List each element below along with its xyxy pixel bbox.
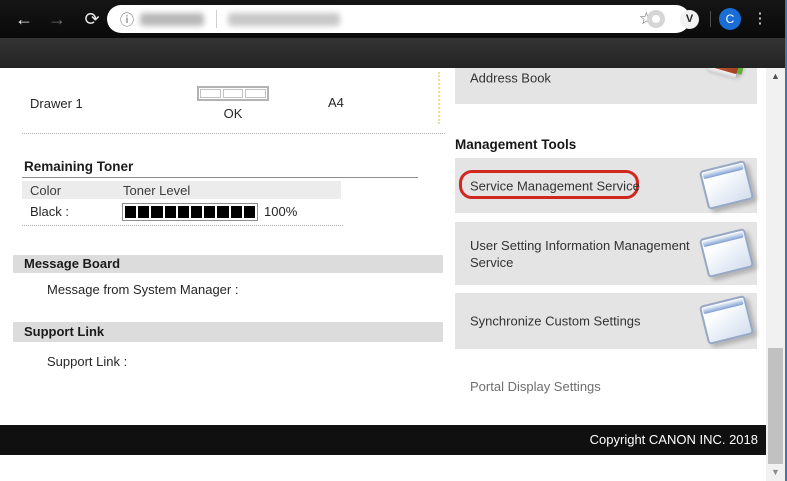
site-info-icon[interactable]: ⓘ <box>120 10 134 30</box>
toner-percent-label: 100% <box>264 204 297 219</box>
vertical-scrollbar[interactable]: ▲ ▼ <box>766 68 785 481</box>
remaining-toner-underline <box>22 177 418 178</box>
omnibox-divider <box>216 10 217 28</box>
address-bar[interactable]: ⓘ ☆ <box>107 5 690 33</box>
column-divider-dotted <box>438 72 440 124</box>
browser-window: ← → ⟳ ⓘ ☆ V C ⋮ » Drawer 1 OK <box>0 0 787 481</box>
sidebar-item-user-setting-information[interactable]: User Setting Information Management Serv… <box>455 222 757 285</box>
extension-v-icon[interactable]: V <box>680 10 699 29</box>
browser-toolbar: ← → ⟳ ⓘ ☆ V C ⋮ <box>0 0 787 38</box>
extension-icon[interactable] <box>647 10 665 28</box>
url-text-blurred <box>228 13 340 26</box>
forward-icon[interactable]: → <box>44 6 70 32</box>
toner-level-bar <box>122 203 258 221</box>
reload-icon[interactable]: ⟳ <box>79 6 105 32</box>
paper-level-indicator <box>197 86 269 101</box>
toolbar-divider <box>710 11 711 27</box>
portal-display-settings-link[interactable]: Portal Display Settings <box>470 379 601 394</box>
user-setting-information-label: User Setting Information Management Serv… <box>470 237 705 271</box>
remaining-toner-title: Remaining Toner <box>24 159 133 174</box>
drawer-status-label: OK <box>198 106 268 121</box>
support-link-label: Support Link : <box>47 354 127 369</box>
sidebar-item-address-book[interactable]: Address Book <box>455 68 757 104</box>
scroll-down-icon[interactable]: ▼ <box>766 464 785 481</box>
drawer-label: Drawer 1 <box>30 96 83 111</box>
message-from-manager-label: Message from System Manager : <box>47 282 238 297</box>
toner-col-color: Color <box>30 183 61 198</box>
toner-col-level: Toner Level <box>123 183 190 198</box>
paper-level-cell <box>223 89 244 98</box>
bookmarks-bar: » <box>0 38 787 68</box>
profile-avatar[interactable]: C <box>719 8 741 30</box>
message-board-title: Message Board <box>13 255 443 273</box>
synchronize-custom-settings-label: Synchronize Custom Settings <box>470 313 705 330</box>
scrollbar-thumb[interactable] <box>768 348 783 464</box>
section-divider-dotted <box>22 225 343 226</box>
sidebar-item-synchronize-custom-settings[interactable]: Synchronize Custom Settings <box>455 293 757 349</box>
application-window-icon <box>699 159 754 209</box>
back-icon[interactable]: ← <box>11 6 37 32</box>
section-divider-dotted <box>22 133 445 134</box>
sidebar-item-service-management-service[interactable]: Service Management Service <box>455 158 757 213</box>
management-tools-title: Management Tools <box>455 137 576 152</box>
security-label-blurred <box>140 13 204 26</box>
paper-size-label: A4 <box>328 95 344 110</box>
address-book-icon <box>705 68 750 76</box>
paper-level-cell <box>245 89 266 98</box>
portal-page: Drawer 1 OK A4 Remaining Toner Color Ton… <box>0 68 766 481</box>
service-management-service-label: Service Management Service <box>470 177 705 194</box>
browser-menu-icon[interactable]: ⋮ <box>750 8 770 30</box>
address-book-label: Address Book <box>470 70 705 87</box>
scroll-up-icon[interactable]: ▲ <box>766 68 785 85</box>
application-window-icon <box>699 227 754 277</box>
copyright-footer: Copyright CANON INC. 2018 <box>0 425 766 455</box>
toner-black-label: Black : <box>30 204 69 219</box>
paper-level-cell <box>200 89 221 98</box>
support-link-title: Support Link <box>13 322 443 342</box>
application-window-icon <box>699 295 754 345</box>
